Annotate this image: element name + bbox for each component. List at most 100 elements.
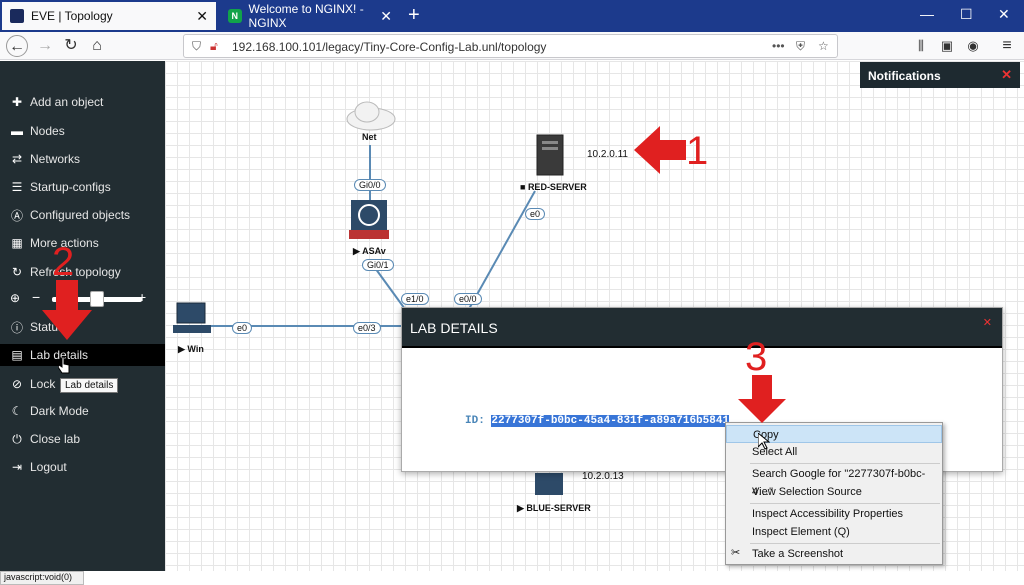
configured-objects-icon: Ⓐ <box>10 208 23 223</box>
zoom-out-icon[interactable]: − <box>32 289 40 305</box>
sidebar-item-label: Lock <box>30 377 56 391</box>
plus-icon: ✚ <box>11 95 23 109</box>
node-blue-server-name: BLUE-SERVER <box>526 503 591 513</box>
context-menu-separator <box>750 543 940 544</box>
account-icon[interactable]: ◉ <box>962 35 984 57</box>
node-asav-name: ASAv <box>362 246 386 256</box>
back-icon[interactable]: ← <box>6 35 28 57</box>
close-tab-icon[interactable]: ✕ <box>196 8 208 25</box>
sidebar-item-add-object[interactable]: ✚ Add an object <box>0 91 165 113</box>
close-tab-icon[interactable]: ✕ <box>380 8 392 25</box>
computer-icon[interactable] <box>173 301 211 337</box>
interface-label: Gi0/1 <box>362 259 394 271</box>
sidebar-item-dark-mode[interactable]: ☾ Dark Mode <box>0 400 165 422</box>
lab-id-label: ID: <box>465 415 485 427</box>
reload-icon[interactable]: ↻ <box>60 35 82 57</box>
sidebar-item-label: Configured objects <box>30 208 131 222</box>
sidebar-item-nodes[interactable]: ▬ Nodes <box>0 120 165 142</box>
tab-label: EVE | Topology <box>31 9 113 23</box>
lab-details-tooltip: Lab details <box>60 378 119 393</box>
server-icon[interactable] <box>533 471 565 497</box>
eve-favicon-icon <box>10 9 24 23</box>
context-menu-separator <box>750 463 940 464</box>
sidebar-item-label: Dark Mode <box>30 404 89 418</box>
bookmark-star-icon[interactable]: ☆ <box>818 39 829 53</box>
context-menu-item-inspect-element[interactable]: Inspect Element (Q) <box>726 523 942 541</box>
list-icon: ▤ <box>11 348 23 362</box>
context-menu-item-view-selection-source[interactable]: View Selection Source <box>726 483 942 501</box>
new-tab-icon[interactable]: + <box>408 4 420 27</box>
sidebar-item-label: Networks <box>30 152 81 166</box>
context-menu-item-take-screenshot[interactable]: Take a Screenshot <box>726 545 942 563</box>
logout-icon: ⇥ <box>11 460 23 474</box>
networks-icon: ⇄ <box>11 152 23 166</box>
lab-id-value[interactable]: 2277307f-b0bc-45a4-831f-a89a716b5841 <box>491 415 730 427</box>
sidebar-item-label: Startup-configs <box>30 180 111 194</box>
annotation-number: 1 <box>686 129 709 173</box>
window-close-icon[interactable]: ✕ <box>998 6 1010 23</box>
close-notifications-icon[interactable]: ✕ <box>1001 67 1012 83</box>
more-icon[interactable]: ••• <box>772 39 785 53</box>
maximize-icon[interactable]: ☐ <box>960 6 973 23</box>
interface-label: Gi0/0 <box>354 179 386 191</box>
sidebar-item-close-lab[interactable]: ⏻ Close lab <box>0 428 165 450</box>
red-server-ip: 10.2.0.11 <box>587 149 628 160</box>
browser-tab-bar: EVE | Topology ✕ N Welcome to NGINX! - N… <box>0 0 1024 32</box>
moon-icon: ☾ <box>11 404 23 418</box>
modal-header: LAB DETAILS ✕ <box>402 308 1002 348</box>
modal-close-icon[interactable]: ✕ <box>983 316 992 329</box>
firewall-icon[interactable] <box>349 198 389 240</box>
minimize-icon[interactable]: — <box>920 6 934 22</box>
tab-eve-topology[interactable]: EVE | Topology ✕ <box>2 2 216 30</box>
power-icon: ⏻ <box>12 431 22 446</box>
sidebar-item-logout[interactable]: ⇥ Logout <box>0 456 165 478</box>
arrow-cursor-icon <box>758 433 770 450</box>
sidebar-item-startup-configs[interactable]: ☰ Startup-configs <box>0 176 165 198</box>
refresh-icon: ↻ <box>11 265 23 279</box>
server-icon[interactable] <box>535 133 565 177</box>
tab-nginx[interactable]: N Welcome to NGINX! - NGINX ✕ <box>220 2 400 30</box>
grid-icon: ▦ <box>11 236 23 250</box>
notifications-title: Notifications <box>868 69 941 83</box>
library-icon[interactable]: ⫼ <box>910 35 932 57</box>
context-menu-separator <box>750 503 940 504</box>
startup-configs-icon: ☰ <box>11 180 23 194</box>
sidebar-item-label: Close lab <box>30 432 81 446</box>
interface-label: e1/0 <box>401 293 429 305</box>
zoom-slider-handle[interactable] <box>90 291 104 307</box>
sidebar-item-label: Nodes <box>30 124 65 138</box>
context-menu-item-inspect-accessibility[interactable]: Inspect Accessibility Properties <box>726 505 942 523</box>
zoom-in-icon[interactable]: + <box>138 289 146 305</box>
home-icon[interactable]: ⌂ <box>86 35 108 57</box>
sidebar-item-configured-objects[interactable]: Ⓐ Configured objects <box>0 204 165 226</box>
status-bar-url: javascript:void(0) <box>0 571 84 585</box>
annotation-arrow-icon <box>634 126 686 174</box>
notifications-panel: Notifications ✕ <box>860 62 1020 88</box>
sidebar-toggle-icon[interactable]: ▣ <box>936 35 958 57</box>
annotation-arrow-icon <box>42 280 92 340</box>
url-bar[interactable]: ⛉ 🔓︎ 192.168.100.101/legacy/Tiny-Core-Co… <box>183 34 838 58</box>
sidebar-item-networks[interactable]: ⇄ Networks <box>0 148 165 170</box>
cloud-icon[interactable] <box>345 99 397 131</box>
node-blue-server-label: ▶ BLUE-SERVER <box>517 503 591 513</box>
node-win-name: Win <box>187 344 204 354</box>
insecure-lock-icon[interactable]: 🔓︎ <box>210 39 218 54</box>
context-menu-item-search-google[interactable]: Search Google for "2277307f-b0bc-4…" <box>726 465 942 498</box>
interface-label: e0 <box>232 322 253 334</box>
info-icon: ⓘ <box>10 320 23 335</box>
forward-icon[interactable]: → <box>34 35 56 57</box>
zoom-icon: ⊕ <box>10 291 21 305</box>
lab-id-row: ID: 2277307f-b0bc-45a4-831f-a89a716b5841 <box>465 415 730 427</box>
sidebar-item-label: Add an object <box>30 95 104 109</box>
sidebar-item-label: Logout <box>30 460 67 474</box>
annotation-arrow-icon <box>738 375 786 423</box>
node-net-label: Net <box>362 132 377 142</box>
pocket-icon[interactable]: ⛨ <box>796 39 805 54</box>
sidebar-item-lab-details[interactable]: ▤ Lab details <box>0 344 165 366</box>
nodes-icon: ▬ <box>11 124 23 138</box>
menu-icon[interactable]: ≡ <box>996 35 1018 57</box>
nginx-favicon-icon: N <box>228 9 242 23</box>
shield-icon[interactable]: ⛉ <box>192 39 201 54</box>
sidebar-item-more-actions[interactable]: ▦ More actions <box>0 232 165 254</box>
interface-label: e0 <box>525 208 546 220</box>
